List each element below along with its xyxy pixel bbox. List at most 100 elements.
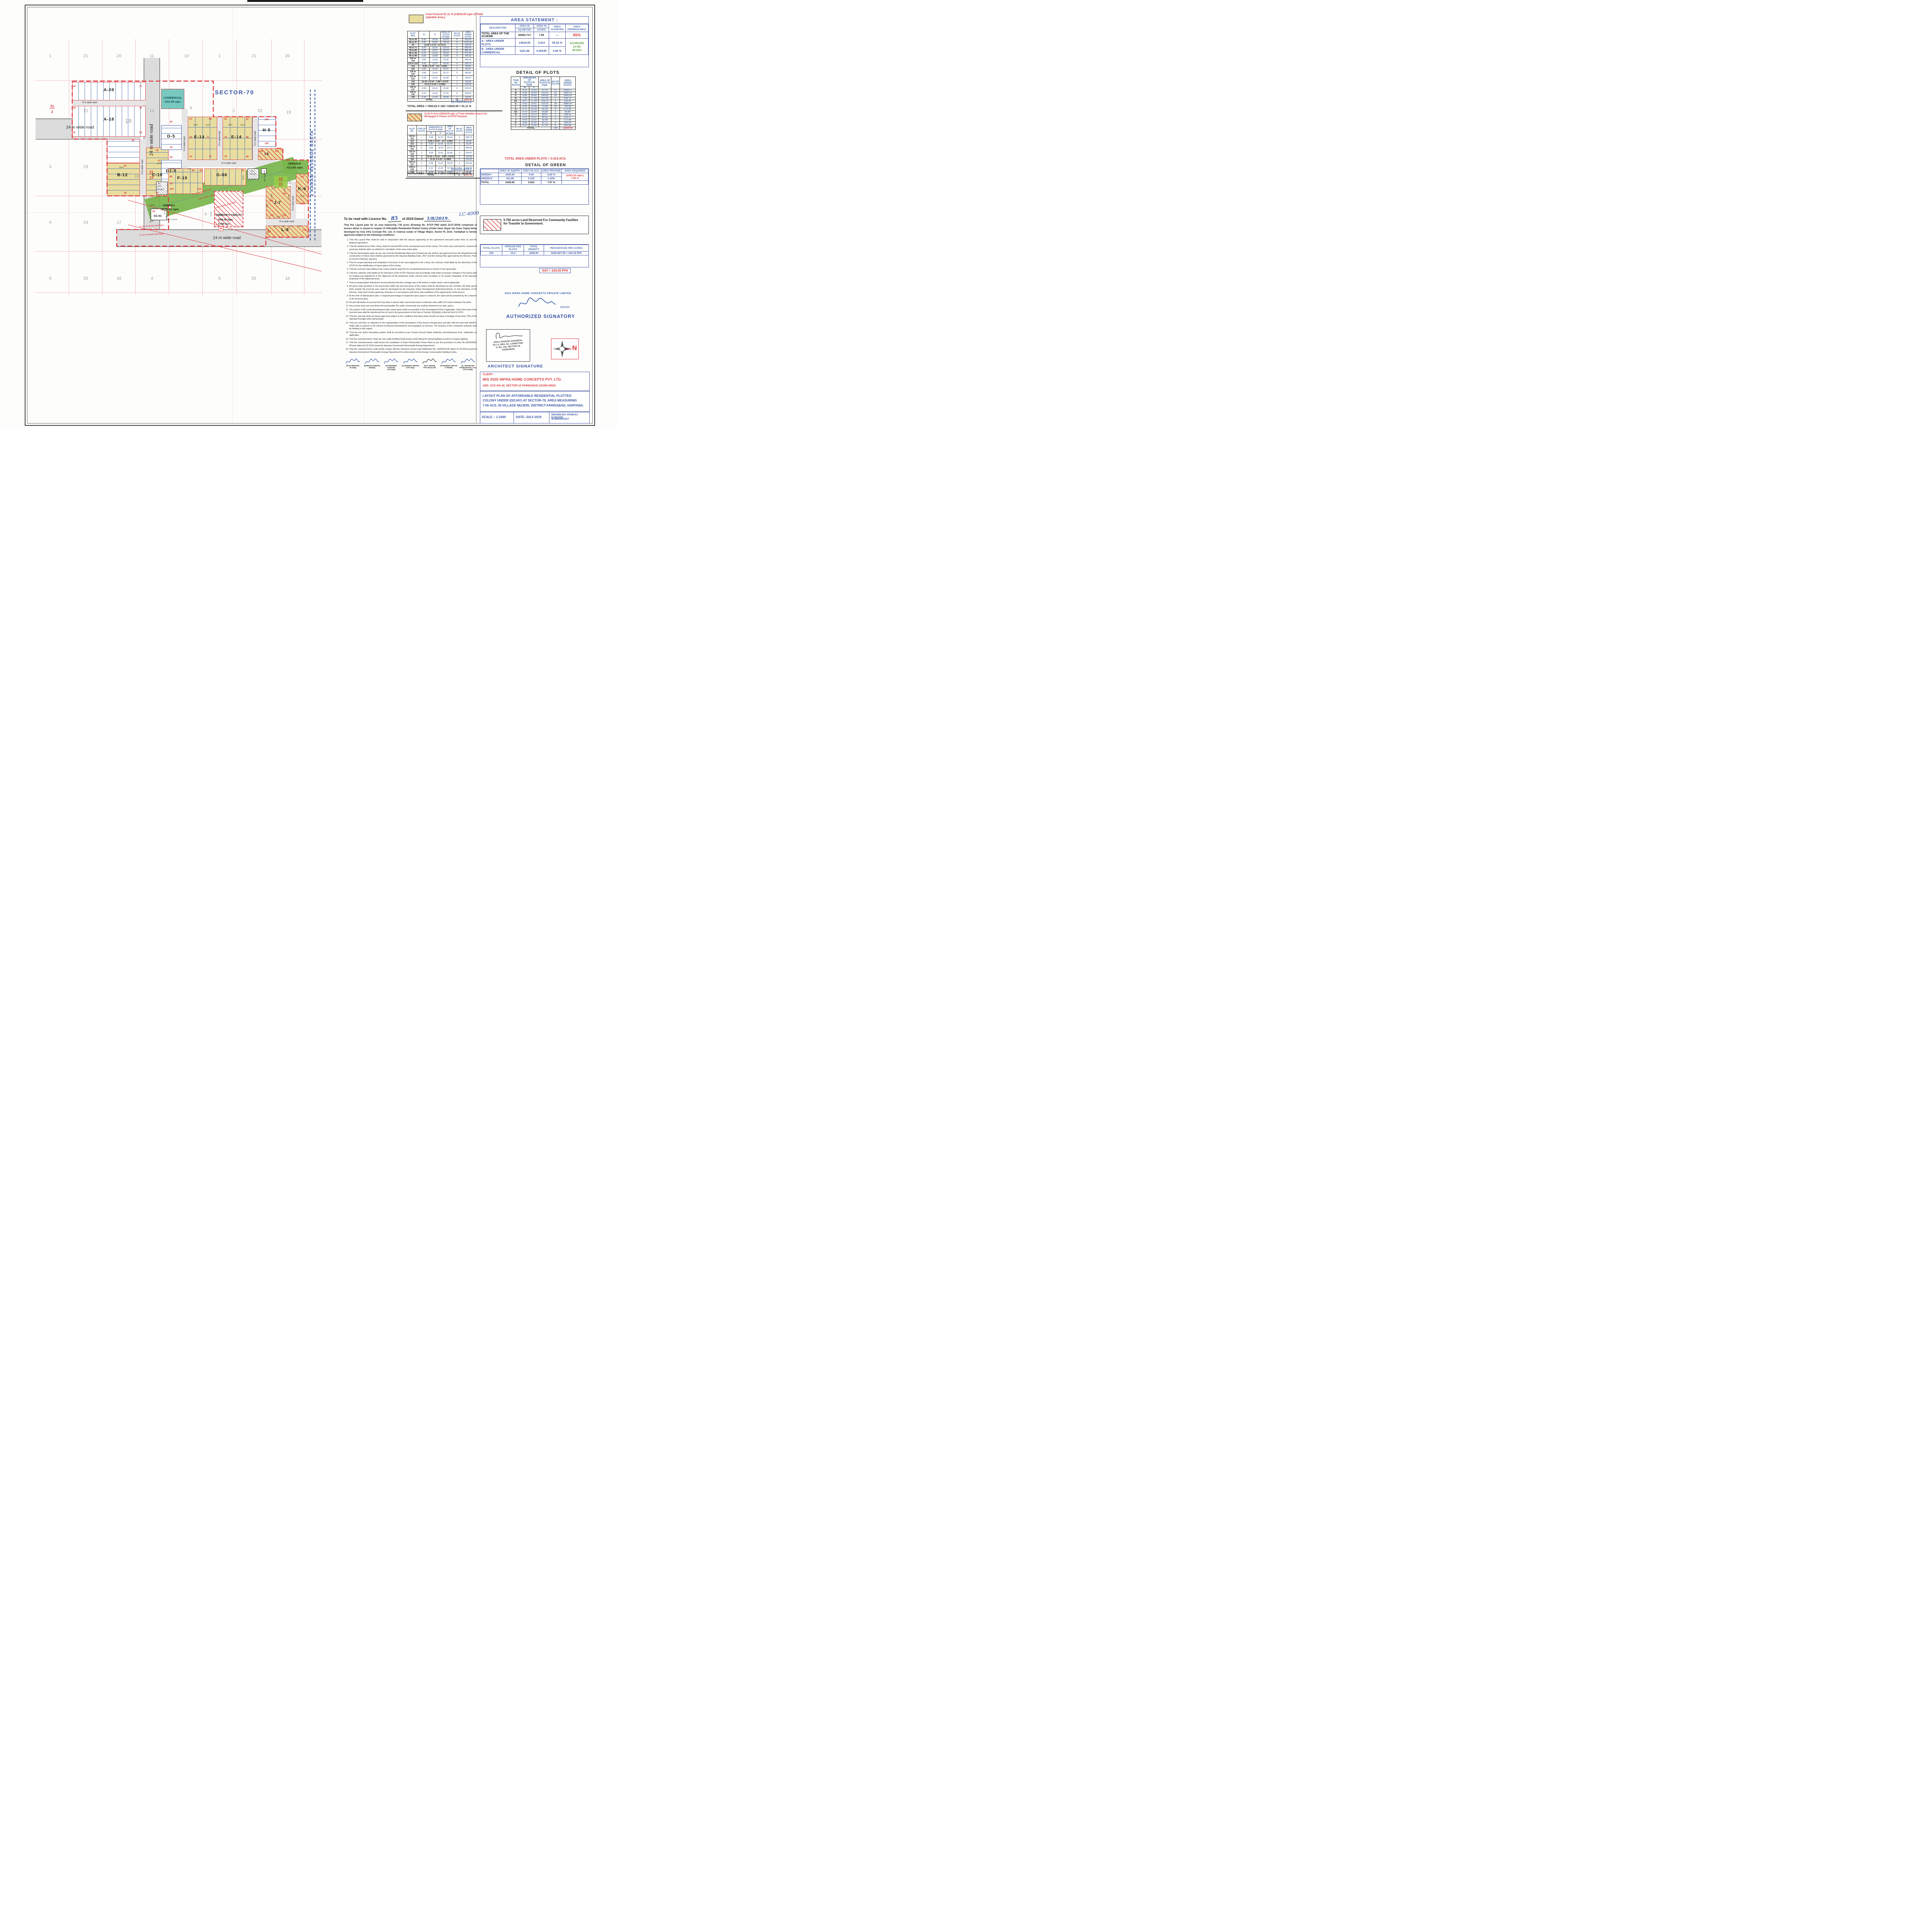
table-cell: 265.73: [463, 63, 474, 65]
table-row: 78 to 856.5016.97110.318882.44: [408, 49, 474, 52]
map-text: 9 m wide road: [219, 131, 221, 146]
table-cell: 6.60: [418, 68, 430, 71]
table-cell: 69.08: [440, 96, 452, 99]
table-cell: 5: [551, 116, 560, 119]
table-cell: I: [417, 135, 426, 140]
table-cell: K: [417, 146, 426, 151]
table-row: H6.1014.7089.675448.35: [511, 114, 576, 116]
map-text: 100: [170, 188, 173, 190]
map-text: H-5: [263, 128, 271, 133]
table-cell: 6: [452, 52, 463, 55]
licence-condition: All green belts provided in the layout p…: [349, 285, 477, 294]
table-cell: 126 to 127: [408, 86, 419, 91]
table-cell: 13819.05: [515, 39, 534, 47]
table-row: E6.5016.97110.31283088.54: [511, 103, 576, 105]
table-cell: 132.51: [539, 92, 551, 95]
table-cell: 76.08: [440, 58, 452, 63]
map-text: 110: [259, 150, 263, 153]
architect-stamp-box: ARCH. RAKESH VASUDEVA M.C.A. REG. No. CA…: [486, 329, 530, 362]
table-cell: TOTAL.: [408, 99, 452, 102]
table-cell: 20.64: [529, 92, 538, 95]
licence-condition: That the plotted area of the colony shal…: [349, 245, 477, 252]
table-row: F6.0012.6876.0810760.80: [511, 105, 576, 108]
map-labels: 1212011101212022191292221932318318424174…: [36, 24, 321, 298]
signature-mark: [403, 358, 418, 365]
signatory-title: STP (E&V) HR: [421, 367, 439, 369]
map-text: 16.97: [228, 124, 233, 126]
table-cell: 6.42: [520, 92, 529, 95]
table-cell: 13.5: [502, 252, 524, 255]
table-cell: 408.62: [463, 71, 474, 76]
table-row: 100 to 1046.0012.6876.085380.40: [408, 58, 474, 63]
table-cell: 2438.90: [498, 181, 521, 185]
table-cell: 163.32: [463, 86, 474, 91]
table-cell: 81.66: [445, 161, 454, 166]
map-text: 24 m wide road: [213, 236, 241, 240]
table-cell: PERSON PER PLOTS: [502, 245, 524, 252]
table-cell: I: [417, 140, 426, 143]
table-cell: 6.58: [520, 122, 529, 124]
map-text: 15 M WIDE BUFFER: [215, 202, 236, 209]
table-row: A - AREA UNDER PLOTS13819.053.41445.22 %…: [481, 39, 588, 47]
table-cell: AREA OF PLOTS IN SQM.: [440, 31, 452, 39]
map-text: 16.97: [206, 124, 210, 126]
table-cell: 11.00: [430, 91, 441, 96]
table-cell: 114: [408, 140, 417, 143]
table-cell: 11.00: [529, 124, 538, 127]
licence-condition: That the revenue rasta falling in the co…: [349, 268, 477, 271]
table-cell: D1: [511, 100, 520, 103]
map-text: G-06: [216, 173, 227, 178]
map-text: 81: [224, 118, 227, 121]
map-text: 16.97: [240, 124, 245, 126]
table-cell: 81.97: [445, 143, 454, 146]
drawing-sheet-canvas: ↑ ✕ 121201110121202219129222193231831842…: [0, 0, 618, 429]
table-cell: 639.73: [560, 97, 576, 100]
licence-condition: That for proper planning and integration…: [349, 262, 477, 268]
map-text: 74: [209, 156, 212, 158]
map-text: 7.30: [284, 189, 286, 192]
table-row: TOTAL.13613819.05: [511, 127, 576, 130]
title-meta-row: SCALE :- 1:1000 DATE:-JULY-2019 DRAWN BY…: [480, 412, 590, 423]
signatory-title: ATP (HQ): [382, 369, 400, 371]
table-cell: DESCRIPTION: [481, 24, 515, 32]
director-label: Director: [560, 306, 570, 309]
client-label: CLIENT:-: [483, 373, 494, 376]
table-cell: 12.42: [436, 143, 445, 146]
signature-row: (RAM MEHAR)JD (HQ)(DINESH KUMAR)SD(HQ)(N…: [344, 358, 477, 371]
table-cell: 12.41: [436, 161, 445, 166]
drawn-phone: M-8800093157: [551, 418, 569, 420]
table-cell: 89.67: [539, 114, 551, 116]
map-text: 47: [158, 160, 161, 162]
map-text: 78: [224, 136, 227, 139]
map-text: 23: [279, 183, 282, 186]
map-text: B-12: [117, 173, 128, 178]
signature-block: (JITENDER SIHAG)CTP(HR): [440, 358, 457, 371]
table-cell: 5.55: [426, 135, 435, 140]
table-cell: 448.35: [560, 114, 576, 116]
licence-number-handwritten: 85: [388, 215, 401, 222]
table-cell: 1.35%: [541, 177, 561, 181]
signatory-name: (JITENDER SIHAG): [440, 365, 457, 367]
map-text: 9 m wide road: [82, 102, 97, 104]
map-text: 115: [300, 176, 304, 178]
table-cell: NO OF PLOTS: [551, 77, 560, 89]
table-cell: 6.50: [418, 49, 430, 52]
table-cell: 27: [551, 89, 560, 92]
licence-condition: Any excess area over and above the permi…: [349, 305, 477, 308]
community-note-text: 0.755 acres Land Reserved For Community …: [503, 218, 578, 225]
table-cell: 95 to 98: [408, 55, 419, 58]
table-cell: 6.58: [520, 119, 529, 122]
map-text: 39: [124, 192, 127, 194]
table-cell: 69.08: [463, 96, 474, 99]
table-cell: AREA UNDER PLOTS: [464, 126, 473, 135]
licence-prefix: To be read with Licence No.: [344, 217, 387, 221]
map-text: 10: [184, 54, 189, 59]
licence-condition: That the colonizer/owner shall use only …: [349, 338, 477, 341]
map-text: 17.00 M WIDE BUFFER: [139, 233, 164, 237]
map-text: 125: [269, 200, 273, 202]
table-cell: 0.102: [521, 177, 541, 181]
table-cell: 6.50: [418, 47, 430, 49]
table-cell: 119.55: [463, 81, 474, 83]
table-cell: 40 to 47: [408, 41, 419, 44]
table-cell: 3088.54: [560, 103, 576, 105]
